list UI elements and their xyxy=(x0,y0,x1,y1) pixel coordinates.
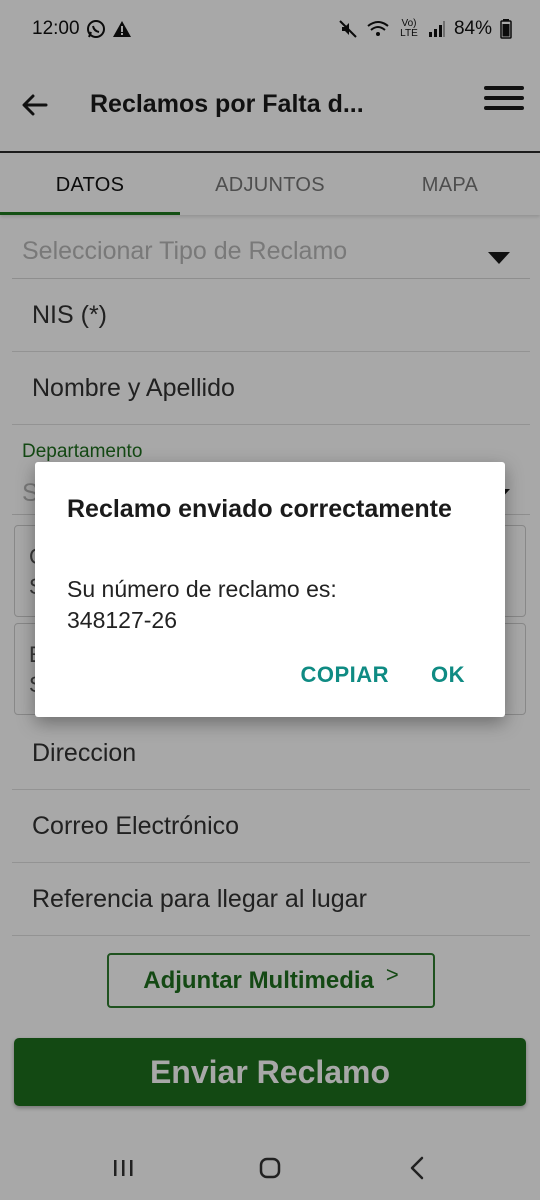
copy-button[interactable]: COPIAR xyxy=(300,662,389,688)
dialog-message-line: Su número de reclamo es: xyxy=(67,576,337,602)
ok-button[interactable]: OK xyxy=(431,662,465,688)
dialog-message: Su número de reclamo es: 348127-26 xyxy=(67,574,337,636)
dialog-title: Reclamo enviado correctamente xyxy=(67,495,452,523)
dialog-actions: COPIAR OK xyxy=(300,662,465,688)
claim-number: 348127-26 xyxy=(67,607,177,633)
success-dialog: Reclamo enviado correctamente Su número … xyxy=(35,462,505,717)
